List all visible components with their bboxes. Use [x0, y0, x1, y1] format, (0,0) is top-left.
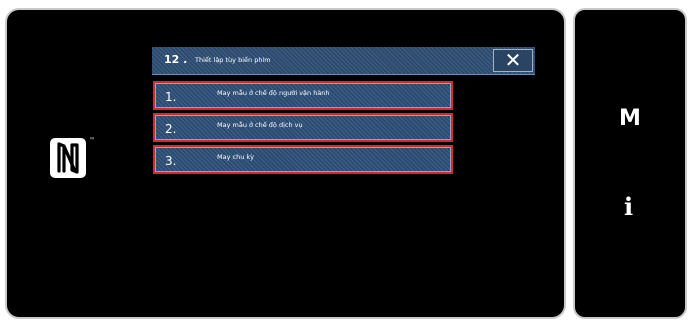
mode-key[interactable]: M — [619, 106, 641, 131]
nfc-icon: ™ — [50, 137, 95, 178]
close-icon: ✕ — [504, 48, 522, 72]
close-button[interactable]: ✕ — [493, 49, 533, 72]
menu-item-number: 3. — [165, 154, 177, 168]
menu-item-service-mode[interactable]: 2. May mẫu ở chế độ dịch vụ — [153, 113, 453, 142]
nfc-trademark: ™ — [89, 137, 95, 144]
menu-item-label: May mẫu ở chế độ dịch vụ — [217, 121, 303, 129]
menu-item-label: May mẫu ở chế độ người vận hành — [217, 89, 330, 97]
menu-item-label: May chu kỳ — [217, 153, 254, 161]
dialog-title-number: 12 . — [164, 53, 188, 66]
info-key[interactable]: i — [624, 192, 633, 221]
key-customization-dialog: 12 . Thiết lập tùy biến phím ✕ 1. May mẫ… — [152, 47, 535, 182]
side-panel — [573, 8, 687, 319]
menu-item-cycle-sewing[interactable]: 3. May chu kỳ — [153, 145, 453, 174]
menu-item-number: 1. — [165, 90, 177, 104]
dialog-titlebar: 12 . Thiết lập tùy biến phím ✕ — [152, 47, 535, 75]
menu-item-number: 2. — [165, 122, 177, 136]
menu-item-operator-mode[interactable]: 1. May mẫu ở chế độ người vận hành — [153, 81, 453, 110]
dialog-title: Thiết lập tùy biến phím — [195, 56, 271, 64]
